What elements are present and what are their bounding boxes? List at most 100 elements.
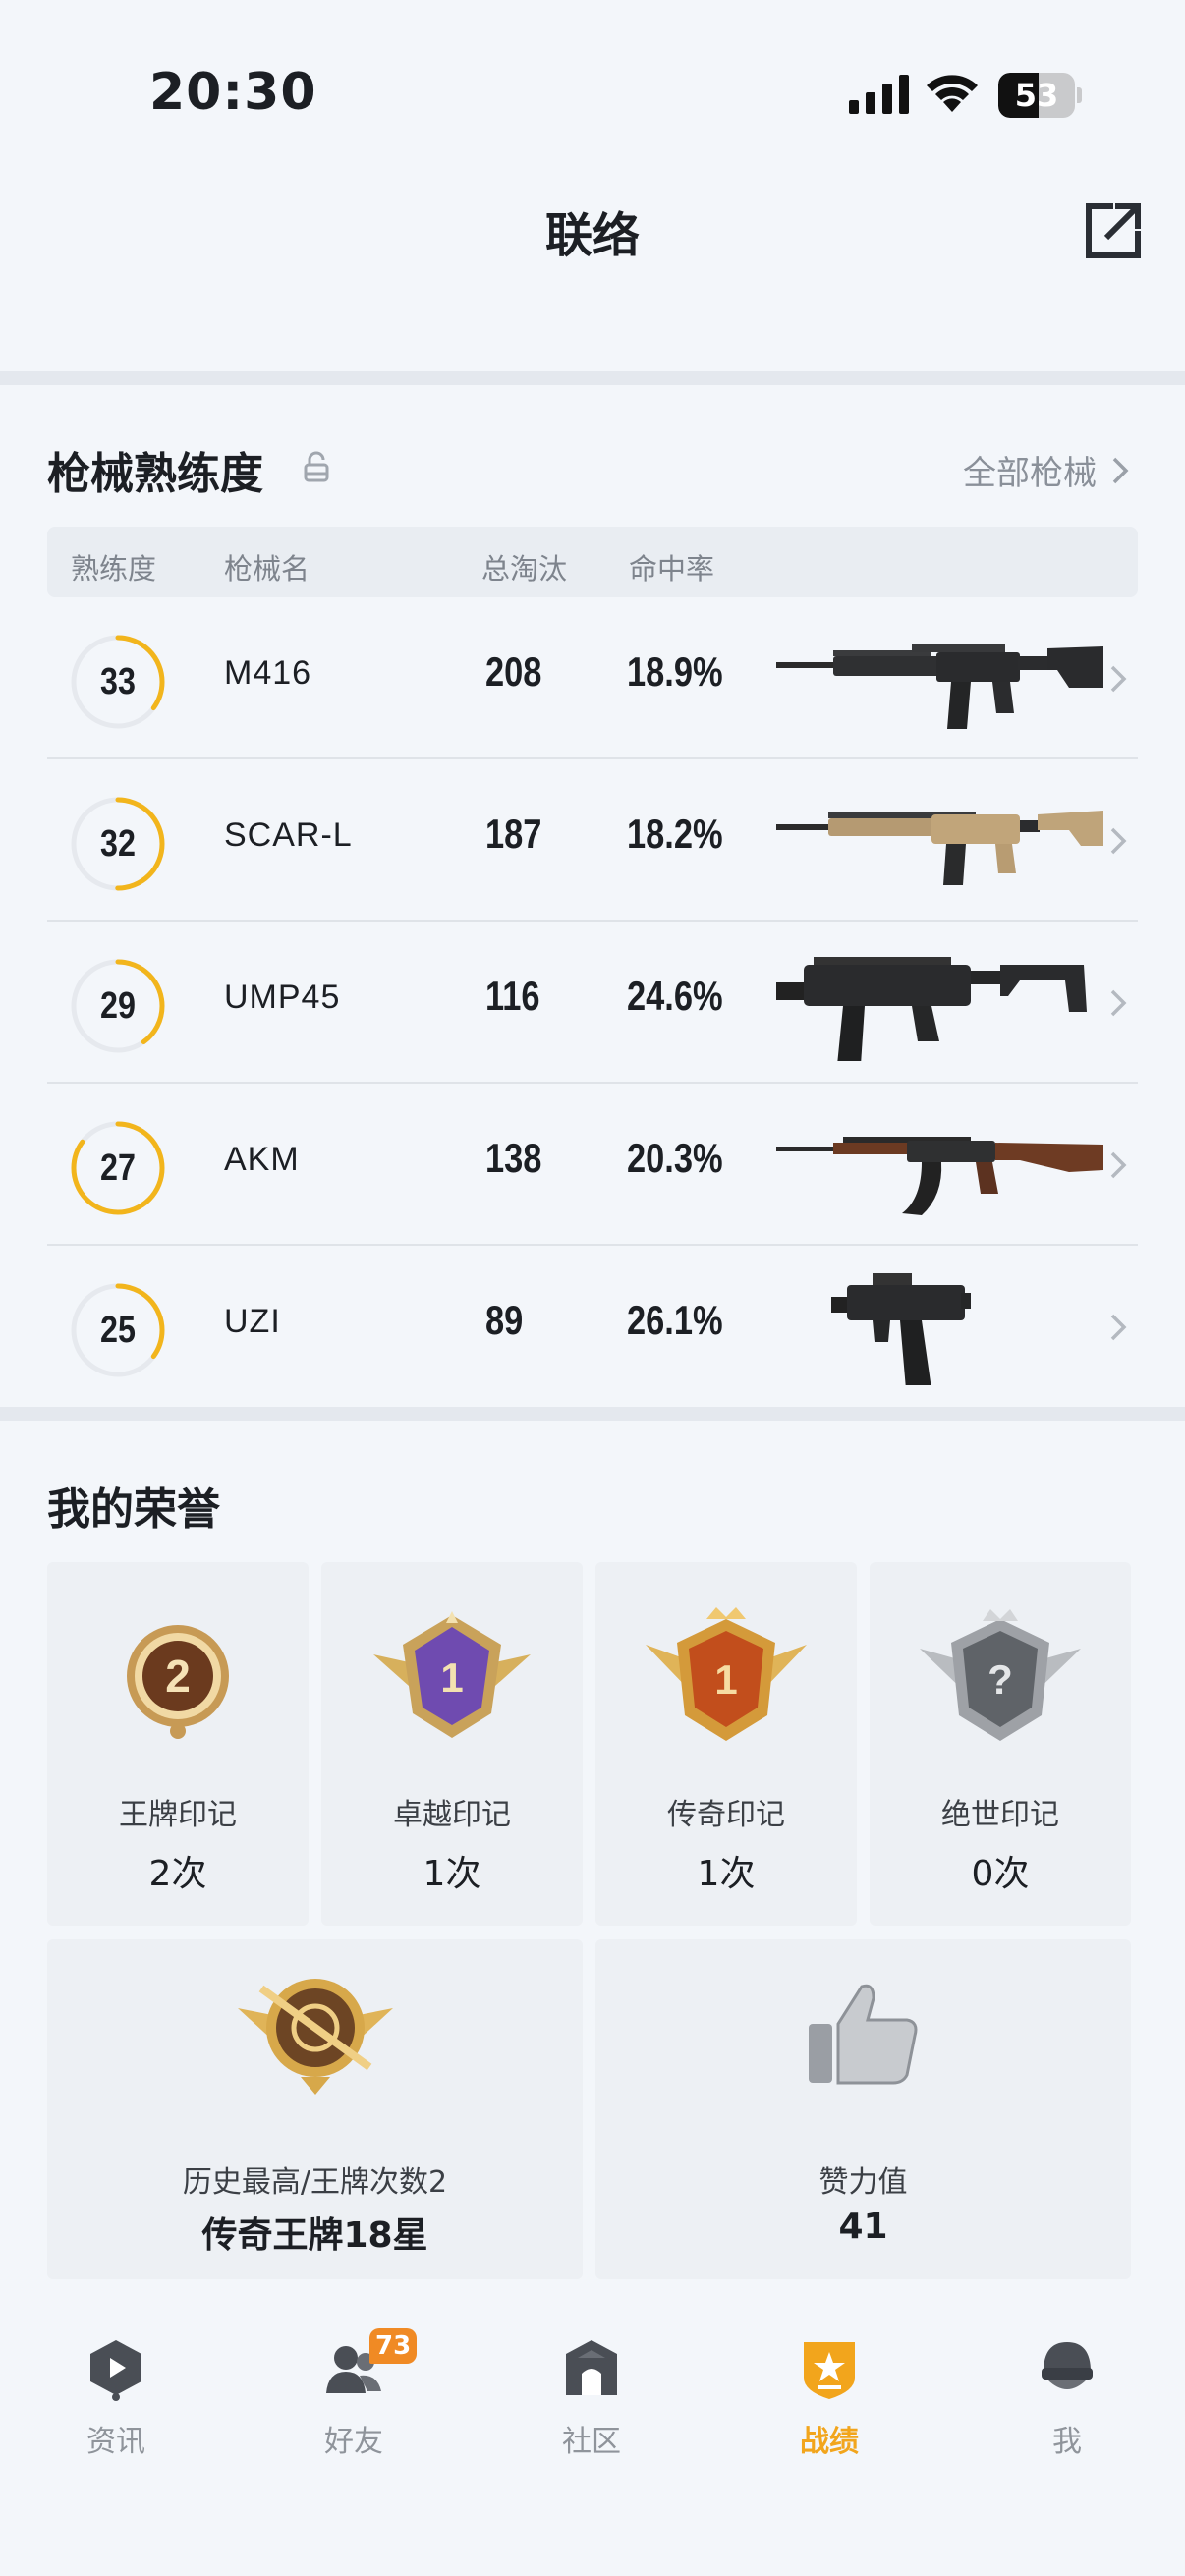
honor-count: 0次 — [971, 1854, 1030, 1894]
weapon-kills: 138 — [485, 1135, 542, 1181]
legend-badge-number: 1 — [714, 1656, 737, 1703]
likes-card[interactable]: 赞力值 41 — [595, 1939, 1131, 2279]
battery-percent: 53 — [1014, 77, 1059, 114]
wifi-icon — [927, 75, 978, 112]
ace-badge-number: 2 — [165, 1651, 191, 1702]
chevron-right-icon — [1110, 665, 1127, 693]
bottom-tab-bar: 资讯 73 好友 社区 战绩 我 — [0, 2309, 1185, 2576]
peerless-mark-badge: ? — [920, 1609, 1081, 1741]
mastery-level: 29 — [100, 985, 136, 1027]
column-header-mastery: 熟练度 — [71, 552, 157, 586]
tab-stats[interactable]: 战绩 — [751, 2338, 908, 2476]
honor-card-ace[interactable]: 2 王牌印记 2次 — [47, 1562, 309, 1926]
share-icon[interactable] — [1081, 198, 1146, 263]
tab-community[interactable]: 社区 — [513, 2338, 670, 2476]
highest-rank-label: 历史最高/王牌次数2 — [182, 2165, 448, 2200]
tab-label: 战绩 — [800, 2425, 859, 2459]
chevron-right-icon — [1110, 1151, 1127, 1179]
m416-rifle-image — [776, 644, 1103, 729]
weapon-row[interactable]: 33 M416 208 18.9% — [47, 597, 1138, 759]
likes-label: 赞力值 — [818, 2165, 908, 2200]
mastery-level: 27 — [100, 1148, 136, 1189]
tab-label: 我 — [1052, 2425, 1082, 2459]
excellence-badge-number: 1 — [440, 1654, 463, 1701]
weapon-kills: 89 — [485, 1297, 524, 1343]
tab-profile[interactable]: 我 — [988, 2338, 1146, 2476]
honor-card-excellence[interactable]: 1 卓越印记 1次 — [321, 1562, 583, 1926]
battery-cap — [1077, 87, 1082, 103]
weapon-kills: 187 — [485, 811, 542, 857]
battery-body: 53 — [998, 73, 1075, 118]
chevron-right-icon — [1112, 457, 1129, 483]
weapon-name: SCAR-L — [224, 816, 353, 854]
weapon-accuracy: 18.9% — [627, 648, 723, 695]
tab-friends[interactable]: 73 好友 — [275, 2328, 432, 2476]
ace-mark-badge: 2 — [127, 1625, 229, 1739]
status-bar: 20:30 53 — [0, 0, 1185, 187]
thumbs-up-icon — [808, 1984, 917, 2085]
honor-count: 1次 — [423, 1854, 481, 1894]
cellular-signal-icon — [849, 75, 909, 114]
mastery-level: 25 — [100, 1310, 136, 1351]
weapon-accuracy: 18.2% — [627, 811, 723, 857]
weapon-accuracy: 24.6% — [627, 973, 723, 1019]
weapon-row[interactable]: 25 UZI 89 26.1% — [47, 1246, 1138, 1408]
likes-value: 41 — [838, 2207, 888, 2247]
all-weapons-link[interactable]: 全部枪械 — [963, 446, 1130, 494]
weapon-accuracy: 26.1% — [627, 1297, 723, 1343]
friends-badge: 73 — [369, 2328, 418, 2364]
excellence-mark-badge: 1 — [373, 1611, 531, 1738]
honor-card-peerless[interactable]: ? 绝世印记 0次 — [870, 1562, 1131, 1926]
stats-icon — [804, 2342, 855, 2399]
chevron-right-icon — [1110, 827, 1127, 855]
weapon-mastery-title: 枪械熟练度 — [47, 449, 263, 499]
tab-label: 资讯 — [86, 2425, 145, 2459]
profile-icon — [1042, 2342, 1093, 2389]
legend-ace-badge — [237, 1979, 393, 2095]
honor-label: 传奇印记 — [667, 1798, 785, 1832]
peerless-badge-number: ? — [988, 1656, 1013, 1703]
community-icon — [566, 2340, 617, 2395]
lock-icon[interactable] — [303, 451, 330, 482]
tab-label: 好友 — [324, 2425, 383, 2459]
mastery-level: 33 — [100, 661, 136, 702]
weapon-row[interactable]: 27 AKM 138 20.3% — [47, 1084, 1138, 1246]
weapon-name: UZI — [224, 1303, 281, 1340]
column-header-weapon-name: 枪械名 — [224, 552, 310, 586]
column-header-accuracy: 命中率 — [629, 552, 715, 586]
weapon-accuracy: 20.3% — [627, 1135, 723, 1181]
honor-card-legend[interactable]: 1 传奇印记 1次 — [595, 1562, 857, 1926]
tab-label: 社区 — [562, 2425, 621, 2459]
weapon-kills: 208 — [485, 648, 542, 695]
tab-news[interactable]: 资讯 — [37, 2338, 195, 2476]
honors-title: 我的荣誉 — [47, 1484, 220, 1535]
page-title: 联络 — [544, 208, 640, 263]
weapon-kills: 116 — [485, 973, 540, 1019]
honor-label: 卓越印记 — [393, 1798, 511, 1832]
highest-rank-value: 传奇王牌18星 — [201, 2215, 428, 2256]
highest-rank-card[interactable]: 历史最高/王牌次数2 传奇王牌18星 — [47, 1939, 583, 2279]
chevron-right-icon — [1110, 989, 1127, 1017]
scar-l-rifle-image — [776, 811, 1103, 885]
weapon-name: M416 — [224, 654, 312, 692]
weapon-name: AKM — [224, 1141, 300, 1178]
honor-count: 1次 — [697, 1854, 756, 1894]
uzi-smg-image — [831, 1273, 971, 1385]
akm-rifle-image — [776, 1137, 1103, 1215]
honor-label: 绝世印记 — [941, 1798, 1059, 1832]
weapon-row[interactable]: 32 SCAR-L 187 18.2% — [47, 759, 1138, 922]
chevron-right-icon — [1110, 1314, 1127, 1341]
weapon-table-header: 熟练度 枪械名 总淘汰 命中率 — [47, 527, 1138, 597]
legend-mark-badge: 1 — [646, 1607, 807, 1741]
battery-indicator: 53 — [998, 73, 1082, 118]
column-header-total-kills: 总淘汰 — [481, 552, 568, 586]
mastery-level: 32 — [100, 823, 136, 865]
news-icon — [90, 2340, 141, 2401]
honor-count: 2次 — [148, 1854, 207, 1894]
weapon-name: UMP45 — [224, 979, 341, 1016]
weapon-row[interactable]: 29 UMP45 116 24.6% — [47, 922, 1138, 1084]
section-divider — [0, 371, 1185, 385]
section-divider — [0, 1407, 1185, 1421]
honor-label: 王牌印记 — [119, 1798, 237, 1832]
status-time: 20:30 — [149, 63, 317, 122]
